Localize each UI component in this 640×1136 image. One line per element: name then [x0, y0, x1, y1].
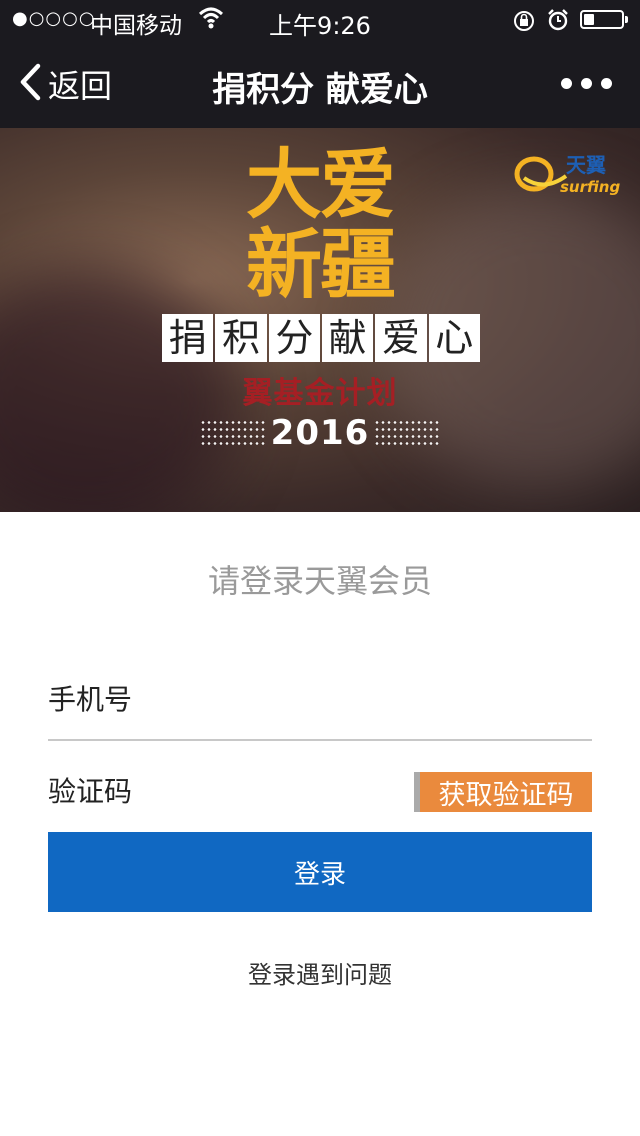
banner-headline-1: 大爱 [246, 140, 396, 229]
slogan-char: 献 [321, 314, 374, 362]
banner-headline-2: 新疆 [246, 220, 396, 309]
slogan-char: 爱 [375, 314, 427, 362]
field-divider [48, 739, 592, 741]
alarm-icon [546, 8, 570, 38]
more-button[interactable] [561, 78, 612, 89]
more-dot-icon [601, 78, 612, 89]
rotation-lock-icon [512, 9, 536, 39]
dot-pattern-decoration [200, 419, 266, 447]
slogan-char: 捐 [162, 314, 214, 362]
nav-bar: 返回 捐积分 献爱心 [0, 40, 640, 128]
dot-pattern-decoration [373, 419, 440, 447]
get-code-button[interactable]: 获取验证码 [414, 772, 592, 812]
banner-plan: 翼基金计划 [242, 376, 398, 411]
verification-code-field[interactable]: 验证码 [48, 770, 132, 810]
phone-field[interactable]: 手机号 [48, 678, 132, 718]
battery-icon [580, 10, 628, 29]
banner-slogan: 捐 积 分 献 爱 心 [162, 314, 480, 362]
login-help-link[interactable]: 登录遇到问题 [0, 955, 640, 990]
slogan-char: 心 [428, 314, 480, 362]
status-time: 上午9:26 [269, 12, 371, 40]
banner-year-row: 2016 [200, 413, 440, 453]
slogan-char: 分 [268, 314, 320, 362]
login-button[interactable]: 登录 [48, 832, 592, 912]
more-dot-icon [581, 78, 592, 89]
slogan-char: 积 [215, 314, 267, 362]
campaign-banner: 天翼 surfing 大爱 新疆 捐 积 分 献 爱 心 翼基金计划 2016 [0, 128, 640, 512]
more-dot-icon [561, 78, 572, 89]
banner-year: 2016 [270, 413, 370, 453]
status-bar: ●○○○○ 中国移动 上午9:26 [0, 0, 640, 40]
top-bar: ●○○○○ 中国移动 上午9:26 返回 捐积分 献爱心 [0, 0, 640, 128]
login-prompt: 请登录天翼会员 [207, 562, 432, 600]
page-title: 捐积分 献爱心 [212, 70, 428, 110]
